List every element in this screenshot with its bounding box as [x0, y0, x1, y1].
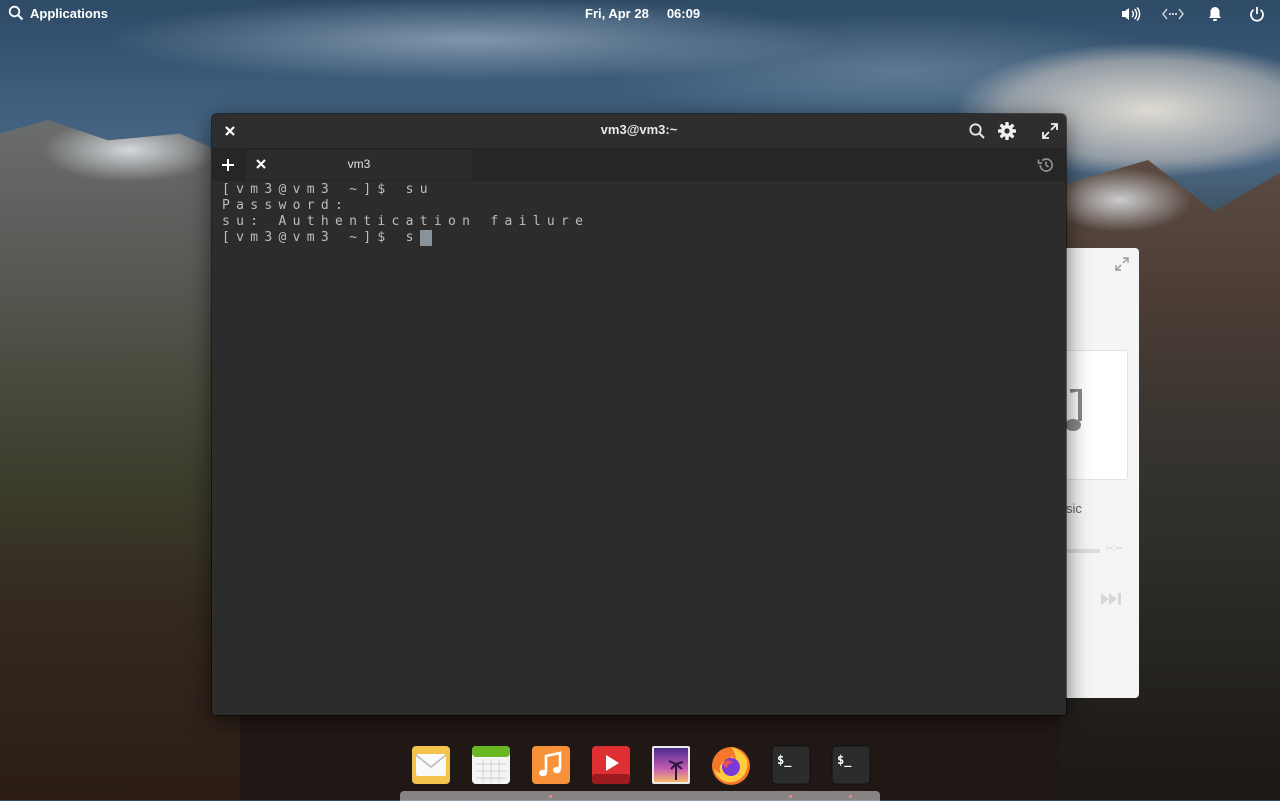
tab-bar: vm3 [212, 149, 1066, 181]
firefox-icon[interactable] [708, 741, 754, 787]
network-icon[interactable] [1162, 5, 1184, 23]
applications-menu-button[interactable]: Applications [8, 5, 108, 21]
system-indicators [1120, 5, 1268, 23]
history-icon[interactable] [1037, 156, 1055, 174]
text-cursor [419, 230, 432, 246]
music-seek-bar[interactable] [1066, 549, 1100, 553]
maximize-icon[interactable] [1041, 122, 1059, 140]
search-icon[interactable] [968, 122, 986, 140]
svg-text:$_: $_ [837, 753, 852, 768]
volume-icon[interactable] [1120, 5, 1142, 23]
next-track-icon[interactable] [1099, 592, 1123, 606]
search-icon [8, 5, 24, 21]
music-note-icon [1066, 389, 1082, 431]
photos-icon[interactable] [650, 744, 692, 786]
add-tab-icon[interactable] [220, 157, 236, 173]
music-time-label: --:-- [1106, 543, 1123, 554]
terminal-output[interactable]: [vm3@vm3 ~]$ su Password: su: Authentica… [222, 182, 1056, 707]
terminal-prompt-line: [vm3@vm3 ~]$ s [222, 230, 1056, 246]
terminal-input-text: [vm3@vm3 ~]$ s [222, 230, 420, 245]
wallpaper-mountain-left [0, 120, 240, 800]
terminal-line: [vm3@vm3 ~]$ su [222, 182, 434, 197]
maximize-icon[interactable] [1114, 256, 1130, 272]
album-art-placeholder [1066, 350, 1128, 480]
terminal-titlebar[interactable]: vm3@vm3:~ [212, 114, 1066, 149]
top-panel: Applications Fri, Apr 28 06:09 [0, 0, 1280, 28]
notifications-icon[interactable] [1204, 5, 1226, 23]
terminal-icon[interactable]: $_ [770, 744, 812, 786]
music-title-text: sic [1066, 501, 1082, 516]
calendar-icon[interactable] [470, 744, 512, 786]
date-label: Fri, Apr 28 [585, 6, 649, 21]
terminal-line: Password: [222, 198, 350, 213]
terminal-line: su: Authentication failure [222, 214, 590, 229]
dock: $_ $_ [400, 738, 880, 801]
tab-label: vm3 [347, 157, 371, 171]
videos-icon[interactable] [590, 744, 632, 786]
running-indicator [549, 795, 552, 798]
terminal-icon[interactable]: $_ [830, 744, 872, 786]
datetime-indicator[interactable]: Fri, Apr 28 06:09 [585, 6, 700, 21]
close-window-icon[interactable] [222, 123, 238, 139]
mail-icon[interactable] [410, 744, 452, 786]
svg-text:$_: $_ [777, 753, 792, 768]
applications-label: Applications [30, 5, 109, 21]
music-icon[interactable] [530, 744, 572, 786]
time-label: 06:09 [666, 6, 701, 21]
terminal-window[interactable]: vm3@vm3:~ vm3 [vm3@vm3 ~]$ su Password: … [212, 114, 1066, 715]
music-app-window[interactable]: sic --:-- [1066, 248, 1139, 698]
running-indicator [789, 795, 792, 798]
window-title: vm3@vm3:~ [600, 122, 678, 137]
gear-icon[interactable] [997, 121, 1017, 141]
close-tab-icon[interactable] [254, 157, 268, 171]
tab-vm3[interactable]: vm3 [246, 150, 472, 180]
power-icon[interactable] [1246, 5, 1268, 23]
running-indicator [849, 795, 852, 798]
